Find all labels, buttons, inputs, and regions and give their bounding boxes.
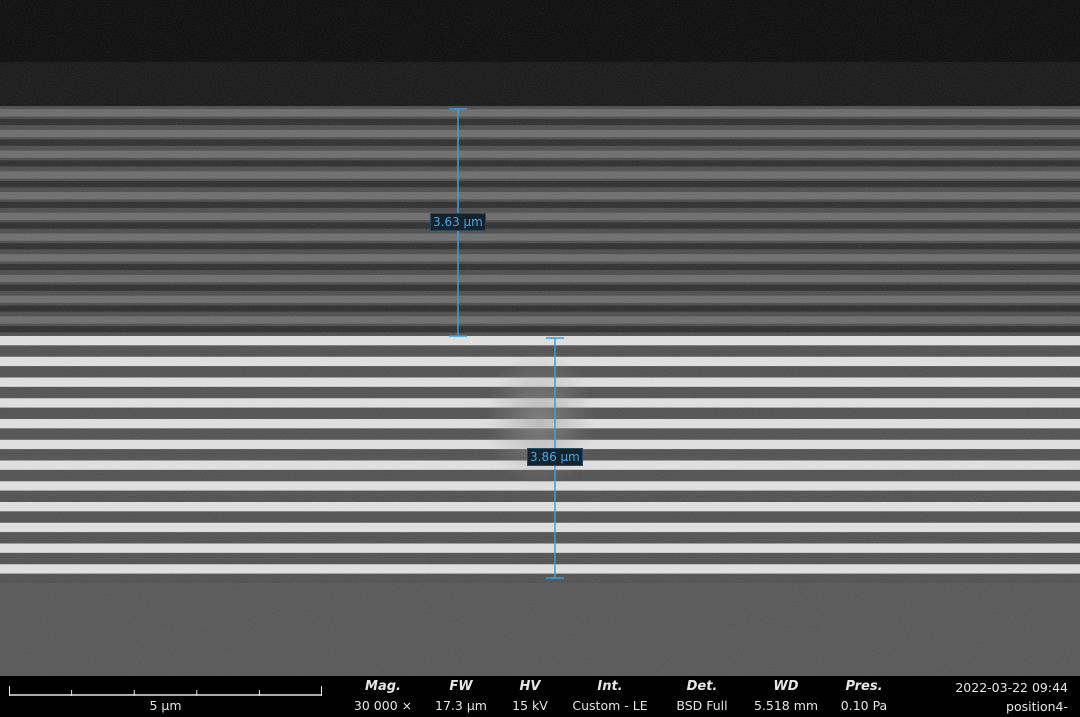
field-label: Int. [597, 679, 623, 694]
field-magnification: Mag. 30 000 × [343, 679, 423, 715]
measurement-label-upper: 3.63 µm [430, 213, 486, 231]
field-value: 5.518 mm [753, 698, 819, 713]
field-intensity: Int. Custom - LE [564, 679, 656, 715]
scale-bar-label: 5 µm [149, 698, 182, 713]
sem-micrograph [0, 0, 1080, 676]
field-value: 15 kV [512, 698, 548, 713]
field-label: WD [773, 679, 799, 694]
field-label: FW [449, 679, 473, 694]
field-label: Pres. [845, 679, 883, 694]
image-name: position4- [1006, 699, 1068, 714]
field-value: Custom - LE [572, 698, 648, 713]
field-value: 0.10 Pa [840, 698, 888, 713]
sem-image-viewport: 3.63 µm 3.86 µm [0, 0, 1080, 676]
field-horizontal-field-width: FW 17.3 µm [423, 679, 499, 715]
field-value: BSD Full [676, 698, 728, 713]
measurement-label-lower: 3.86 µm [527, 448, 583, 466]
sem-data-bar: 5 µm Mag. 30 000 × FW 17.3 µm HV 15 kV I… [0, 676, 1080, 717]
field-label: Mag. [365, 679, 401, 694]
acquisition-timestamp: 2022-03-22 09:44 [955, 680, 1068, 695]
field-high-voltage: HV 15 kV [500, 679, 560, 715]
field-value: 30 000 × [353, 698, 413, 713]
field-detector: Det. BSD Full [664, 679, 740, 715]
field-value: 17.3 µm [435, 698, 487, 713]
noise-overlay [0, 0, 1080, 676]
field-label: HV [519, 679, 541, 694]
scale-bar [9, 686, 322, 696]
field-label: Det. [686, 679, 718, 694]
field-working-distance: WD 5.518 mm [746, 679, 826, 715]
field-pressure: Pres. 0.10 Pa [832, 679, 896, 715]
